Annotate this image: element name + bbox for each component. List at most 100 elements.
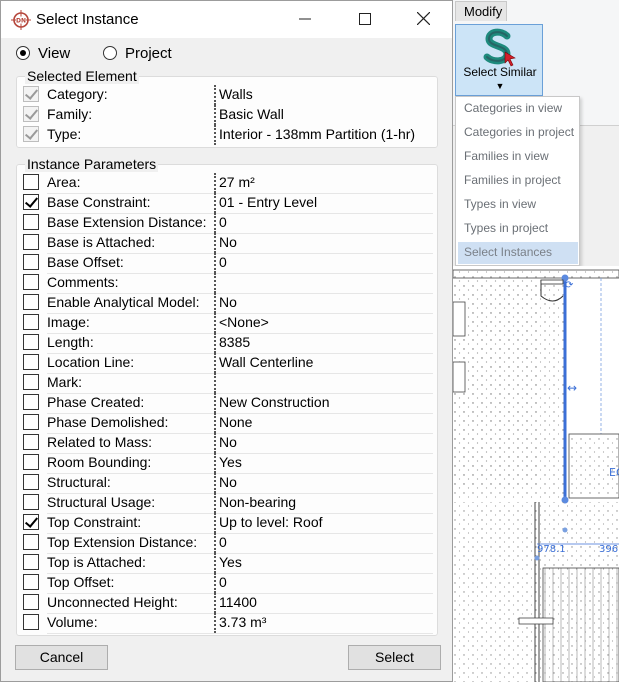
dropdown-item-types-in-view[interactable]: Types in view: [458, 194, 578, 216]
param-row-base-is-attached: Base is Attached: No: [23, 233, 433, 254]
radio-view-indicator[interactable]: [16, 46, 30, 60]
param-row-volume: Volume: 3.73 m³: [23, 613, 433, 634]
dropdown-item-families-in-project[interactable]: Families in project: [458, 170, 578, 192]
checkbox-room-bounding[interactable]: [23, 454, 39, 470]
checkbox-related-to-mass[interactable]: [23, 434, 39, 450]
param-row-related-to-mass: Related to Mass: No: [23, 433, 433, 454]
selected-element-group: Selected Element Category: Walls Family: Ba…: [16, 68, 438, 148]
dropdown-item-types-in-project[interactable]: Types in project: [458, 218, 578, 240]
dialog-body: View Project Selected Element Category: W…: [1, 38, 452, 681]
checkbox-type: [23, 126, 39, 142]
param-label: Top is Attached:: [47, 554, 146, 570]
select-similar-button[interactable]: Select Similar ▼: [455, 24, 543, 96]
param-label: Phase Created:: [47, 394, 145, 410]
floor-plan-canvas[interactable]: ⟳ ↔ EC 978.1 396: [453, 266, 619, 682]
maximize-button[interactable]: [343, 3, 387, 35]
param-label: Image:: [47, 314, 90, 330]
checkbox-mark[interactable]: [23, 374, 39, 390]
dropdown-item-select-instances[interactable]: Select Instances: [458, 242, 578, 264]
param-row-location-line: Location Line: Wall Centerline: [23, 353, 433, 374]
param-value: 0: [219, 254, 227, 270]
checkbox-volume[interactable]: [23, 614, 39, 630]
dialog-titlebar[interactable]: DN Select Instance: [1, 1, 452, 38]
checkbox-structural[interactable]: [23, 474, 39, 490]
checkbox-structural-usage[interactable]: [23, 494, 39, 510]
param-value: No: [219, 434, 237, 450]
select-button[interactable]: Select: [348, 645, 441, 670]
param-value: 01 - Entry Level: [219, 194, 318, 210]
param-value: 0: [219, 574, 227, 590]
row-divider: [47, 633, 433, 634]
param-value: 8385: [219, 334, 251, 350]
checkbox-top-extension-distance[interactable]: [23, 534, 39, 550]
checkbox-comments[interactable]: [23, 274, 39, 290]
column-separator: [214, 173, 216, 193]
svg-text:DN: DN: [16, 18, 26, 25]
param-row-phase-demolished: Phase Demolished: None: [23, 413, 433, 434]
checkbox-base-constraint[interactable]: [23, 194, 39, 210]
param-value: New Construction: [219, 394, 330, 410]
checkbox-location-line[interactable]: [23, 354, 39, 370]
maximize-icon: [359, 13, 371, 25]
param-row-base-offset: Base Offset: 0: [23, 253, 433, 274]
dropdown-arrow-icon[interactable]: ▼: [494, 81, 506, 91]
checkbox-top-constraint[interactable]: [23, 514, 39, 530]
checkbox-length[interactable]: [23, 334, 39, 350]
param-label: Base Offset:: [47, 254, 124, 270]
radio-view-label: View: [38, 45, 71, 62]
checkbox-phase-created[interactable]: [23, 394, 39, 410]
checkbox-unconnected-height[interactable]: [23, 594, 39, 610]
column-separator: [214, 433, 216, 453]
radio-view[interactable]: View: [16, 45, 70, 62]
dialog-title: Select Instance: [36, 11, 139, 28]
dropdown-item-families-in-view[interactable]: Families in view: [458, 146, 578, 168]
radio-project-label: Project: [125, 45, 172, 62]
checkbox-phase-demolished[interactable]: [23, 414, 39, 430]
param-label: Room Bounding:: [47, 454, 152, 470]
checkbox-base-offset[interactable]: [23, 254, 39, 270]
checkbox-base-extension-distance[interactable]: [23, 214, 39, 230]
checkbox-top-offset[interactable]: [23, 574, 39, 590]
param-row-top-extension-distance: Top Extension Distance: 0: [23, 533, 433, 554]
dropdown-item-categories-in-view[interactable]: Categories in view: [458, 98, 578, 120]
column-separator: [214, 533, 216, 553]
radio-project[interactable]: Project: [103, 45, 172, 62]
instance-parameters-group: Instance Parameters Area: 27 m² Base Const…: [16, 156, 438, 636]
column-separator: [214, 233, 216, 253]
param-row-structural: Structural: No: [23, 473, 433, 494]
tab-modify[interactable]: Modify: [455, 1, 507, 21]
param-value: Non-bearing: [219, 494, 297, 510]
param-row-top-constraint: Top Constraint: Up to level: Roof: [23, 513, 433, 534]
column-separator: [214, 413, 216, 433]
param-label: Structural Usage:: [47, 494, 156, 510]
column-separator: [214, 85, 216, 105]
select-similar-dropdown: Categories in view Categories in project…: [455, 96, 580, 266]
param-value: 0: [219, 534, 227, 550]
param-value: Yes: [219, 554, 242, 570]
cancel-button[interactable]: Cancel: [15, 645, 108, 670]
dropdown-item-categories-in-project[interactable]: Categories in project: [458, 122, 578, 144]
minimize-button[interactable]: [283, 3, 327, 35]
param-label: Comments:: [47, 274, 119, 290]
param-value: Up to level: Roof: [219, 514, 323, 530]
checkbox-top-is-attached[interactable]: [23, 554, 39, 570]
param-row-base-constraint: Base Constraint: 01 - Entry Level: [23, 193, 433, 214]
param-value: Basic Wall: [219, 106, 284, 122]
param-row-image: Image: <None>: [23, 313, 433, 334]
column-separator: [214, 373, 216, 393]
checkbox-base-is-attached[interactable]: [23, 234, 39, 250]
select-similar-icon: [483, 28, 516, 67]
column-separator: [214, 453, 216, 473]
param-value: <None>: [219, 314, 269, 330]
checkbox-enable-analytical-model[interactable]: [23, 294, 39, 310]
column-separator: [214, 573, 216, 593]
close-button[interactable]: [401, 3, 445, 35]
column-separator: [214, 553, 216, 573]
param-label: Type:: [47, 126, 82, 142]
dimension-left: 978.1: [537, 544, 566, 555]
checkbox-area[interactable]: [23, 174, 39, 190]
checkbox-image[interactable]: [23, 314, 39, 330]
param-label: Base is Attached:: [47, 234, 156, 250]
radio-project-indicator[interactable]: [103, 46, 117, 60]
param-label: Mark:: [47, 374, 82, 390]
